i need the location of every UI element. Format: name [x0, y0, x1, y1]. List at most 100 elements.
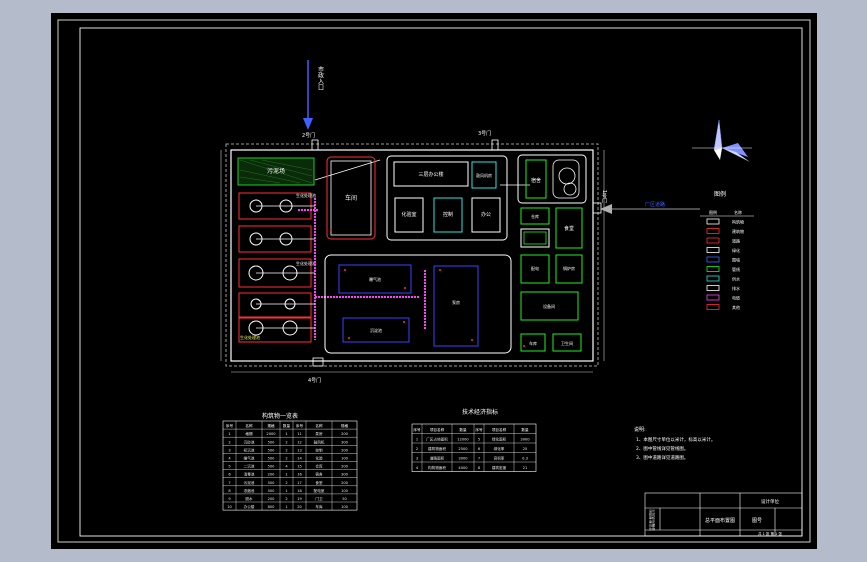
table-cell: 5: [228, 465, 230, 469]
legend-col-name: 名称: [734, 209, 742, 215]
table-cell: 100: [341, 489, 349, 493]
legend-title: 图例: [714, 190, 726, 198]
table-cell: 200: [341, 448, 349, 452]
table-cell: 12000: [457, 438, 469, 442]
booster-label: 鼓风机房: [476, 172, 492, 178]
table-cell: 800: [268, 505, 276, 509]
table-cell: 鼓风机: [314, 439, 325, 444]
table-cell: 浓缩池: [244, 488, 255, 493]
biochem-label-a: 生化处理池: [296, 192, 316, 198]
table-cell: 3: [416, 457, 418, 461]
table-cell: 车库: [315, 504, 323, 509]
table-cell: 2: [285, 456, 287, 460]
table-cell: 200: [268, 473, 276, 477]
table-cell: 500: [268, 448, 276, 452]
table-cell: 2: [285, 440, 287, 444]
table-header-cell: 序号: [475, 427, 483, 432]
table-cell: 泵房: [315, 431, 323, 436]
table-cell: 4000: [458, 466, 468, 470]
garage-label: 车库: [529, 340, 537, 346]
table-header-cell: 项目名称: [492, 427, 507, 432]
table-cell: 绿化率: [494, 446, 505, 451]
table-header-cell: 规格: [341, 423, 349, 428]
legend-item: 建筑物: [732, 228, 744, 234]
cad-drawing: 污泥场 生化处理池 生化处理池 生化处理池 车间 三层办公楼 鼓风机房 化验室 …: [51, 13, 817, 549]
table-cell: 500: [268, 440, 276, 444]
storage-label: 仓库: [531, 213, 539, 219]
table-cell: 控制: [315, 447, 323, 452]
table-cell: 曝气池: [244, 455, 255, 460]
table2-title: 技术经济指标: [462, 408, 498, 416]
entrance-label: 市政入口: [317, 65, 324, 91]
clarifier-label: 沉淀池: [370, 327, 382, 333]
table-cell: 2: [285, 481, 287, 485]
table-cell: 500: [268, 465, 276, 469]
table-cell: 1: [285, 505, 287, 509]
tb-bottom: 共 1 张 第 1 张: [758, 531, 783, 536]
aeration-label: 曝气池: [369, 276, 381, 282]
office2-label: 办公: [481, 211, 491, 218]
notes-title: 说明:: [634, 426, 646, 433]
table-header-cell: 名称: [315, 423, 323, 428]
table-cell: 500: [268, 489, 276, 493]
table-cell: 300: [341, 473, 349, 477]
table-cell: 1: [285, 432, 287, 436]
table-cell: 2000: [266, 432, 276, 436]
table-header-cell: 项目名称: [430, 427, 445, 432]
legend-item: 绿化: [732, 247, 740, 253]
legend-item: 管线: [732, 266, 740, 272]
tb-project: 设计单位: [761, 498, 779, 505]
table-cell: 200: [341, 465, 349, 469]
canteen-label: 食堂: [564, 225, 574, 232]
table-header-cell: 数量: [459, 427, 467, 432]
sludge-yard-label: 污泥场: [267, 167, 285, 175]
notes-line-1: 1、本图尺寸单位以米计，标高以米计。: [636, 436, 715, 443]
control-label: 控制: [443, 211, 453, 218]
legend-item: 其他: [732, 304, 740, 310]
dormitory-label: 宿舍: [531, 177, 541, 184]
table-cell: 食堂: [315, 480, 323, 485]
table-cell: 500: [268, 481, 276, 485]
table-cell: 2: [285, 448, 287, 452]
table-cell: 2: [416, 447, 418, 451]
table-cell: 1: [285, 473, 287, 477]
table-header-cell: 数量: [521, 427, 529, 432]
table-cell: 16: [297, 473, 302, 477]
table-cell: 二沉池: [244, 464, 255, 469]
power-label: 配电: [531, 265, 539, 271]
table-cell: 办公楼: [244, 504, 255, 509]
table-header-cell: 规格: [267, 423, 275, 428]
table-header-cell: 序号: [413, 427, 421, 432]
table-cell: 配电室: [314, 488, 325, 493]
road-label: 厂区道路: [645, 201, 665, 208]
table-cell: 化验: [315, 455, 323, 460]
tb-drawing-no: 图号: [752, 518, 762, 524]
table-cell: 沉砂池: [244, 439, 255, 444]
table-cell: 道路面积: [430, 456, 445, 461]
legend-item: 围墙: [732, 257, 740, 263]
table-cell: 脱水: [245, 496, 253, 501]
table-cell: 3: [228, 448, 230, 452]
notes-line-3: 3、图中道路详见道路图。: [636, 454, 688, 461]
table-cell: 17: [297, 481, 302, 485]
table-cell: 1: [285, 489, 287, 493]
table-cell: 200: [341, 481, 349, 485]
table-cell: 2500: [458, 447, 468, 451]
table-cell: 18: [297, 489, 302, 493]
legend-item: 供水: [732, 276, 740, 282]
legend-item: 道路: [732, 238, 740, 244]
table-cell: 13: [297, 448, 302, 452]
legend-item: 排水: [732, 285, 740, 291]
table-cell: 2: [285, 497, 287, 501]
table-cell: 15: [297, 465, 302, 469]
table-cell: 11: [297, 432, 302, 436]
table-cell: 100: [341, 505, 349, 509]
tb-drawing-name: 总平面布置图: [705, 517, 735, 524]
table-cell: 2: [228, 440, 230, 444]
table-cell: 500: [268, 456, 276, 460]
biochem-label-c: 生化处理池: [240, 334, 260, 340]
table-cell: 14: [297, 456, 302, 460]
legend-item: 电缆: [732, 295, 740, 301]
legend-col-sym: 图例: [709, 209, 717, 215]
notes-line-2: 2、图中管线详见管线图。: [636, 445, 688, 452]
